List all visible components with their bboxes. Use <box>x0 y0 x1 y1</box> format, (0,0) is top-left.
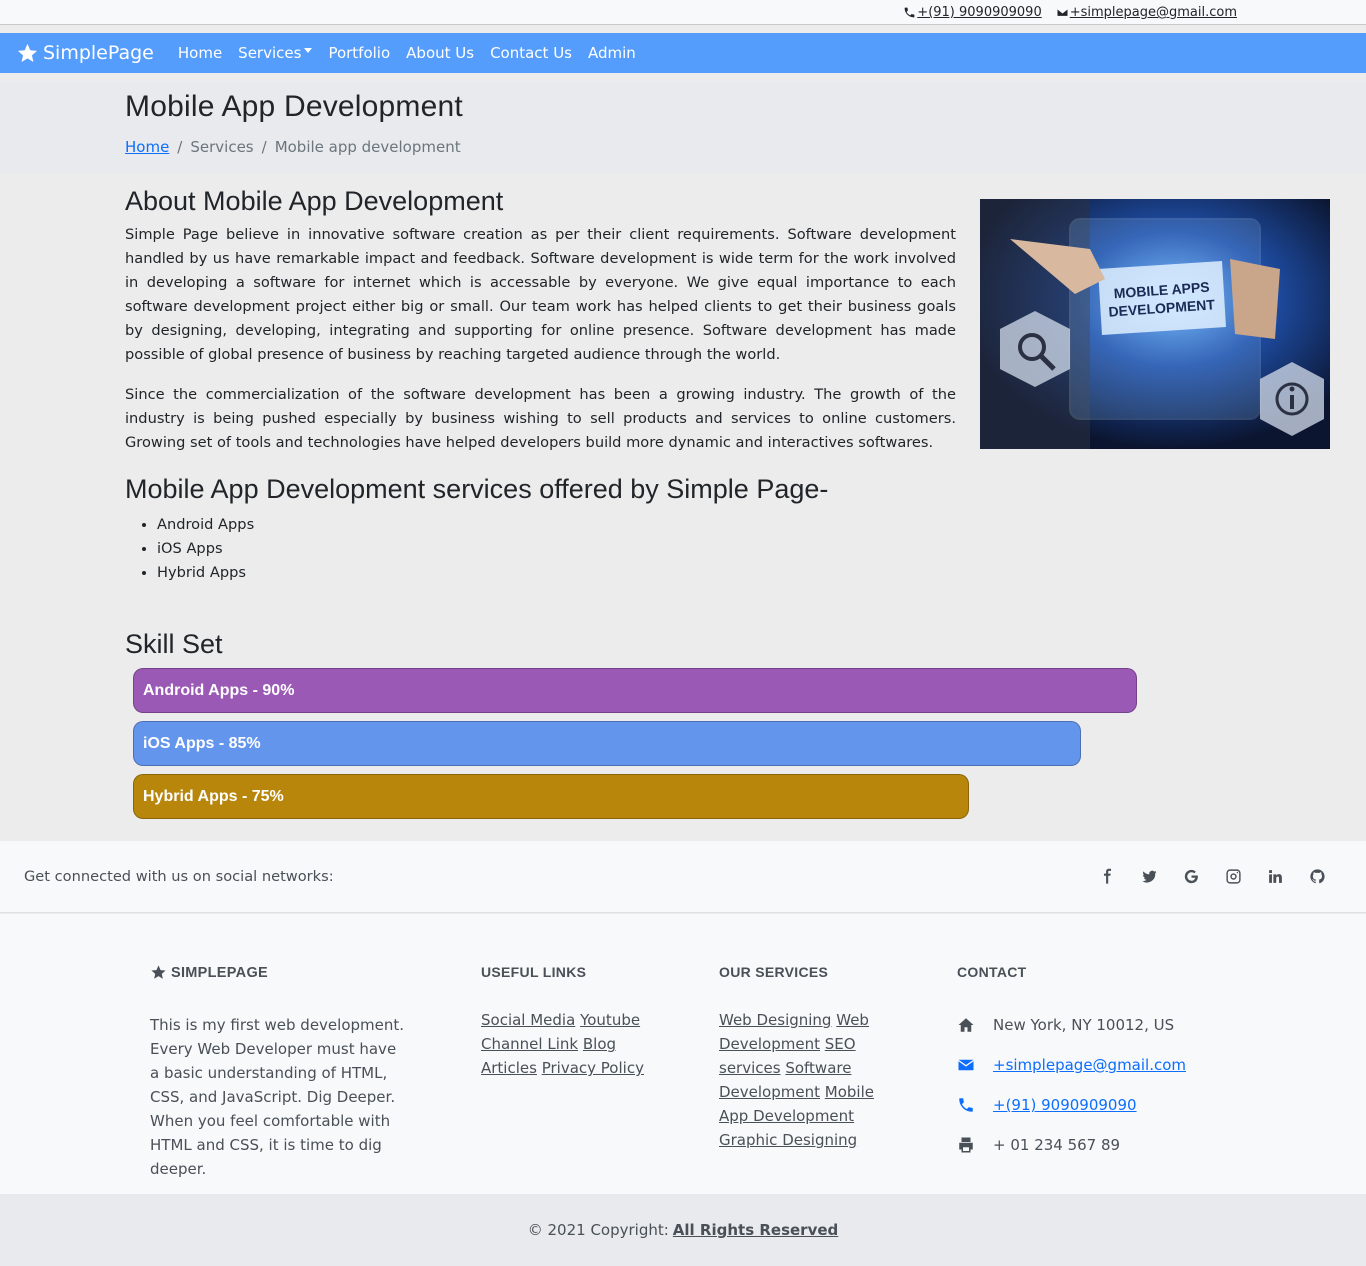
breadcrumb-current: Mobile app development <box>274 138 461 156</box>
skills-title: Skill Set <box>125 629 223 659</box>
footer-email-link[interactable]: +simplepage@gmail.com <box>993 1056 1186 1074</box>
skill-bar-track: Hybrid Apps - 75% <box>133 774 1248 819</box>
footer-contact-column: Contact New York, NY 10012, US +simplepa… <box>957 964 1186 1157</box>
breadcrumb-services: Services <box>190 138 254 156</box>
nav-portfolio[interactable]: Portfolio <box>320 44 398 62</box>
footer-about-text: This is my first web development. Every … <box>150 1016 405 1178</box>
services-list: Android Apps iOS Apps Hybrid Apps <box>157 513 828 585</box>
social-icons <box>1098 867 1326 885</box>
navbar-brand[interactable]: SimplePage <box>16 42 154 65</box>
facebook-icon[interactable] <box>1098 867 1116 885</box>
footer-useful-links-title: Useful links <box>481 964 587 980</box>
nav-links: Home Services Portfolio About Us Contact… <box>170 44 644 62</box>
footer-link-privacy[interactable]: Privacy Policy <box>542 1059 644 1077</box>
footer-services-title: Our Services <box>719 964 829 980</box>
about-paragraph-2: Since the commercialization of the softw… <box>125 386 956 451</box>
list-item: Hybrid Apps <box>157 561 828 585</box>
breadcrumb-home[interactable]: Home <box>125 138 169 156</box>
list-item: iOS Apps <box>157 537 828 561</box>
mobile-apps-development-image: MOBILE APPS DEVELOPMENT <box>980 199 1330 449</box>
about-title: About Mobile App Development <box>125 186 504 216</box>
about-paragraph-1: Simple Page believe in innovative softwa… <box>125 226 956 363</box>
breadcrumb: Home / Services / Mobile app development <box>125 138 461 156</box>
skill-bar-hybrid: Hybrid Apps - 75% <box>133 774 970 819</box>
home-icon <box>958 1018 974 1032</box>
linkedin-icon[interactable] <box>1266 867 1284 885</box>
skill-bar-label: Android Apps - 90% <box>143 681 295 699</box>
footer-address-text: New York, NY 10012, US <box>993 1016 1175 1034</box>
footer-brand-name: SIMPLEPAGE <box>171 964 268 981</box>
skill-bar-android: Android Apps - 90% <box>133 668 1137 713</box>
google-icon[interactable] <box>1182 867 1200 885</box>
phone-icon <box>904 7 915 18</box>
top-phone-link[interactable]: +(91) 9090909090 <box>903 5 1042 20</box>
brand-name: SimplePage <box>43 42 154 64</box>
nav-services-dropdown[interactable]: Services <box>230 44 320 62</box>
footer-brand-column: SIMPLEPAGE This is my first web developm… <box>150 964 410 1181</box>
star-icon <box>151 965 166 979</box>
footer-link-graphic-designing[interactable]: Graphic Designing <box>719 1131 857 1149</box>
footer: SIMPLEPAGE This is my first web developm… <box>0 914 1366 1194</box>
skills-section: Skill Set Android Apps - 90% iOS Apps - … <box>125 629 1145 819</box>
copyright-text: © 2021 Copyright: <box>527 1221 669 1239</box>
top-phone-text: +(91) 9090909090 <box>917 5 1042 20</box>
caret-down-icon <box>304 47 313 53</box>
copyright-bar: © 2021 Copyright: All Rights Reserved <box>0 1194 1366 1266</box>
page-title: Mobile App Development <box>125 90 463 123</box>
top-contact-bar: +(91) 9090909090 +simplepage@gmail.com <box>0 0 1366 25</box>
envelope-icon <box>958 1059 974 1071</box>
skill-bar-ios: iOS Apps - 85% <box>133 721 1081 766</box>
footer-fax-text: + 01 234 567 89 <box>993 1136 1121 1154</box>
about-section: About Mobile App Development Simple Page… <box>125 186 956 471</box>
skill-bar-track: Android Apps - 90% <box>133 668 1248 713</box>
github-icon[interactable] <box>1308 867 1326 885</box>
nav-about[interactable]: About Us <box>398 44 482 62</box>
footer-services-links: Web Designing Web Development SEO servic… <box>719 1008 894 1152</box>
phone-icon <box>959 1098 973 1112</box>
print-icon <box>959 1137 973 1153</box>
footer-phone-link[interactable]: +(91) 9090909090 <box>993 1096 1137 1114</box>
footer-contact-title: Contact <box>957 964 1027 980</box>
page-header: Mobile App Development Home / Services /… <box>0 81 1366 174</box>
social-bar: Get connected with us on social networks… <box>0 841 1366 913</box>
footer-phone: +(91) 9090909090 <box>957 1093 1186 1117</box>
envelope-icon <box>1056 8 1069 17</box>
nav-admin[interactable]: Admin <box>580 44 644 62</box>
footer-link-web-designing[interactable]: Web Designing <box>719 1011 831 1029</box>
footer-email: +simplepage@gmail.com <box>957 1053 1186 1077</box>
services-title: Mobile App Development services offered … <box>125 474 829 504</box>
footer-useful-links-column: Useful links Social Media Youtube Channe… <box>481 964 661 1080</box>
services-section: Mobile App Development services offered … <box>125 474 828 585</box>
footer-address: New York, NY 10012, US <box>957 1013 1186 1037</box>
skill-bar-label: Hybrid Apps - 75% <box>143 787 284 805</box>
nav-contact[interactable]: Contact Us <box>482 44 580 62</box>
top-email-text: +simplepage@gmail.com <box>1069 5 1237 20</box>
footer-link-social-media[interactable]: Social Media <box>481 1011 575 1029</box>
footer-brand: SIMPLEPAGE <box>150 964 410 981</box>
footer-services-column: Our Services Web Designing Web Developme… <box>719 964 894 1152</box>
breadcrumb-separator: / <box>261 138 267 156</box>
skill-bar-label: iOS Apps - 85% <box>143 734 261 752</box>
social-text: Get connected with us on social networks… <box>24 868 334 885</box>
nav-services-label: Services <box>238 44 302 62</box>
main-navbar: SimplePage Home Services Portfolio About… <box>0 33 1366 73</box>
footer-useful-links: Social Media Youtube Channel Link Blog A… <box>481 1008 661 1080</box>
breadcrumb-separator: / <box>177 138 183 156</box>
star-icon <box>17 43 38 62</box>
twitter-icon[interactable] <box>1140 867 1158 885</box>
top-contacts: +(91) 9090909090 +simplepage@gmail.com <box>903 5 1237 20</box>
top-email-link[interactable]: +simplepage@gmail.com <box>1056 5 1237 20</box>
copyright-link[interactable]: All Rights Reserved <box>673 1221 838 1239</box>
main-content: About Mobile App Development Simple Page… <box>0 174 1366 841</box>
nav-home[interactable]: Home <box>170 44 230 62</box>
list-item: Android Apps <box>157 513 828 537</box>
skill-bar-track: iOS Apps - 85% <box>133 721 1248 766</box>
footer-fax: + 01 234 567 89 <box>957 1133 1186 1157</box>
instagram-icon[interactable] <box>1224 867 1242 885</box>
